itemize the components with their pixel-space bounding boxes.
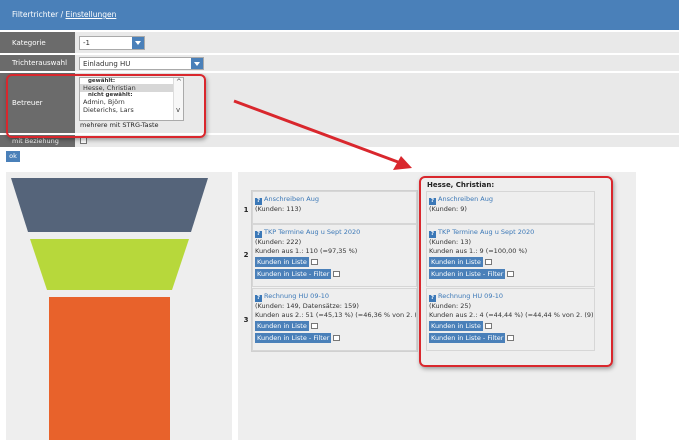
table-icon[interactable] xyxy=(333,335,341,341)
help-icon[interactable]: ? xyxy=(255,295,262,302)
row-number-1: 1 xyxy=(243,206,249,214)
table-icon[interactable] xyxy=(310,323,318,329)
trichter-select[interactable]: Einladung HU xyxy=(79,57,204,70)
filter-row-trichter: Trichterauswahl Einladung HU xyxy=(0,55,679,72)
breadcrumb-link-settings[interactable]: Einstellungen xyxy=(66,10,117,19)
filter-row-kategorie: Kategorie -1 xyxy=(0,32,679,54)
cell-r3-left: ? Rechnung HU 09-10 (Kunden: 149, Datensä… xyxy=(252,288,417,351)
step-stat: (Kunden: 113) xyxy=(255,205,302,213)
customers-in-list-button[interactable]: Kunden in Liste xyxy=(255,321,309,331)
step-title-link[interactable]: Rechnung HU 09-10 xyxy=(264,292,329,300)
customers-in-list-button[interactable]: Kunden in Liste xyxy=(255,257,309,267)
trichter-value: Einladung HU xyxy=(83,60,131,68)
beziehung-checkbox[interactable] xyxy=(80,137,87,144)
funnel-panel xyxy=(6,172,232,440)
customers-in-list-filter-button[interactable]: Kunden in Liste - Filter xyxy=(255,269,332,279)
chevron-down-icon xyxy=(191,58,203,69)
table-icon[interactable] xyxy=(310,259,318,265)
customers-in-list-filter-button[interactable]: Kunden in Liste - Filter xyxy=(255,333,332,343)
funnel-graphic xyxy=(11,178,208,440)
chevron-down-icon xyxy=(132,37,144,49)
highlight-frame-betreuer xyxy=(6,74,206,138)
help-icon[interactable]: ? xyxy=(255,231,262,238)
row-number-2: 2 xyxy=(243,251,249,259)
highlight-frame-column xyxy=(419,176,613,367)
row-number-3: 3 xyxy=(243,316,249,324)
ok-button[interactable]: ok xyxy=(6,151,20,162)
help-icon[interactable]: ? xyxy=(255,198,262,205)
cell-r2-left: ? TKP Termine Aug u Sept 2020 (Kunden: 22… xyxy=(252,224,417,287)
step-conversion: Kunden aus 2.: 51 (=45,13 %) (=46,36 % v… xyxy=(255,310,417,319)
breadcrumb: Filtertrichter / Einstellungen xyxy=(12,10,116,19)
kategorie-label: Kategorie xyxy=(0,32,75,53)
header-bar: Filtertrichter / Einstellungen xyxy=(0,0,679,30)
step-title-link[interactable]: Anschreiben Aug xyxy=(264,195,319,203)
kategorie-value: -1 xyxy=(83,39,90,47)
table-icon[interactable] xyxy=(333,271,341,277)
step-conversion: Kunden aus 1.: 110 (=97,35 %) xyxy=(255,246,358,255)
step-stat: (Kunden: 222) xyxy=(255,238,302,246)
funnel-stage-3 xyxy=(49,297,170,440)
breadcrumb-prefix: Filtertrichter / xyxy=(12,10,64,19)
cell-r1-left: ? Anschreiben Aug (Kunden: 113) xyxy=(252,191,417,224)
funnel-stage-1 xyxy=(11,178,208,232)
funnel-stage-2 xyxy=(30,239,189,290)
kategorie-select[interactable]: -1 xyxy=(79,36,145,50)
trichter-label: Trichterauswahl xyxy=(0,55,75,71)
step-stat: (Kunden: 149, Datensätze: 159) xyxy=(255,302,359,310)
step-title-link[interactable]: TKP Termine Aug u Sept 2020 xyxy=(264,228,360,236)
